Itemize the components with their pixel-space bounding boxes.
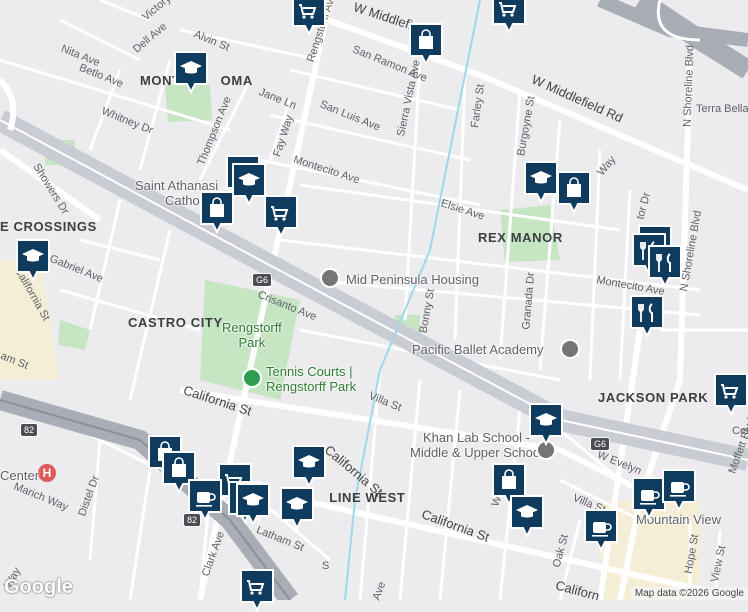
map-marker-grocery[interactable] <box>290 0 328 36</box>
school-icon <box>510 495 544 538</box>
grocery-icon <box>240 569 274 612</box>
map-marker-shopping-bag[interactable] <box>407 22 445 66</box>
poi-label-khan-lab-school[interactable]: Khan Lab School - Middle & Upper School <box>410 430 543 460</box>
poi-label-center: Center <box>0 468 40 483</box>
map-marker-grocery[interactable] <box>712 372 748 416</box>
area-label-castro-city: CASTRO CITY <box>128 315 223 330</box>
map-marker-restaurant[interactable] <box>646 244 684 288</box>
street-label: S <box>322 560 330 572</box>
google-logo: Google <box>4 576 73 598</box>
highway-shield-g6: G6 <box>252 273 273 287</box>
map-marker-school[interactable] <box>230 162 268 206</box>
coffee-icon <box>188 479 222 522</box>
map-marker-school[interactable] <box>527 402 565 446</box>
school-icon <box>236 483 270 526</box>
map-marker-grocery[interactable] <box>490 0 528 34</box>
highway-shield-g6: G6 <box>590 437 611 451</box>
map-marker-coffee[interactable] <box>186 478 224 522</box>
hospital-icon: H <box>38 464 56 482</box>
shopping-bag-icon <box>557 171 591 214</box>
highway-shield-82: 82 <box>20 423 39 437</box>
restaurant-icon <box>648 245 682 288</box>
poi-label-tennis-courts[interactable]: Tennis Courts | Rengstorff Park <box>266 364 356 394</box>
area-label-jackson-park: JACKSON PARK <box>598 390 709 405</box>
map-marker-school[interactable] <box>278 486 316 530</box>
map-marker-coffee[interactable] <box>582 508 620 552</box>
area-label-rex-manor: REX MANOR <box>478 230 563 245</box>
shopping-bag-icon <box>409 23 443 66</box>
grocery-icon <box>714 373 748 416</box>
poi-dot <box>320 268 340 288</box>
grocery-icon <box>292 0 326 36</box>
map-marker-grocery[interactable] <box>238 568 276 612</box>
map-marker-shopping-bag[interactable] <box>555 170 593 214</box>
grocery-icon <box>492 0 526 34</box>
map-marker-restaurant[interactable] <box>628 294 666 338</box>
poi-label-mid-peninsula-housing[interactable]: Mid Peninsula Housing <box>346 272 479 287</box>
area-label-crossings: E CROSSINGS <box>0 219 97 234</box>
school-icon <box>16 239 50 282</box>
map-attribution[interactable]: Map data ©2026 Google <box>630 587 748 600</box>
poi-label-pacific-ballet[interactable]: Pacific Ballet Academy <box>412 342 544 357</box>
street-label: Terra Bella <box>696 103 748 115</box>
street-label: Cen <box>732 425 748 437</box>
school-icon <box>292 445 326 488</box>
coffee-icon <box>584 509 618 552</box>
park-pin <box>242 368 262 388</box>
school-icon <box>232 163 266 206</box>
coffee-icon <box>662 469 696 512</box>
map-marker-school[interactable] <box>290 444 328 488</box>
map-marker-school[interactable] <box>14 238 52 282</box>
poi-label-rengstorff-park[interactable]: Rengstorff Park <box>222 320 282 350</box>
map-marker-coffee[interactable] <box>660 468 698 512</box>
map-marker-school[interactable] <box>234 482 272 526</box>
school-icon <box>174 51 208 94</box>
poi-dot <box>560 339 580 359</box>
map-marker-school[interactable] <box>508 494 546 538</box>
school-icon <box>529 403 563 446</box>
school-icon <box>280 487 314 530</box>
map-marker-school[interactable] <box>172 50 210 94</box>
restaurant-icon <box>630 295 664 338</box>
